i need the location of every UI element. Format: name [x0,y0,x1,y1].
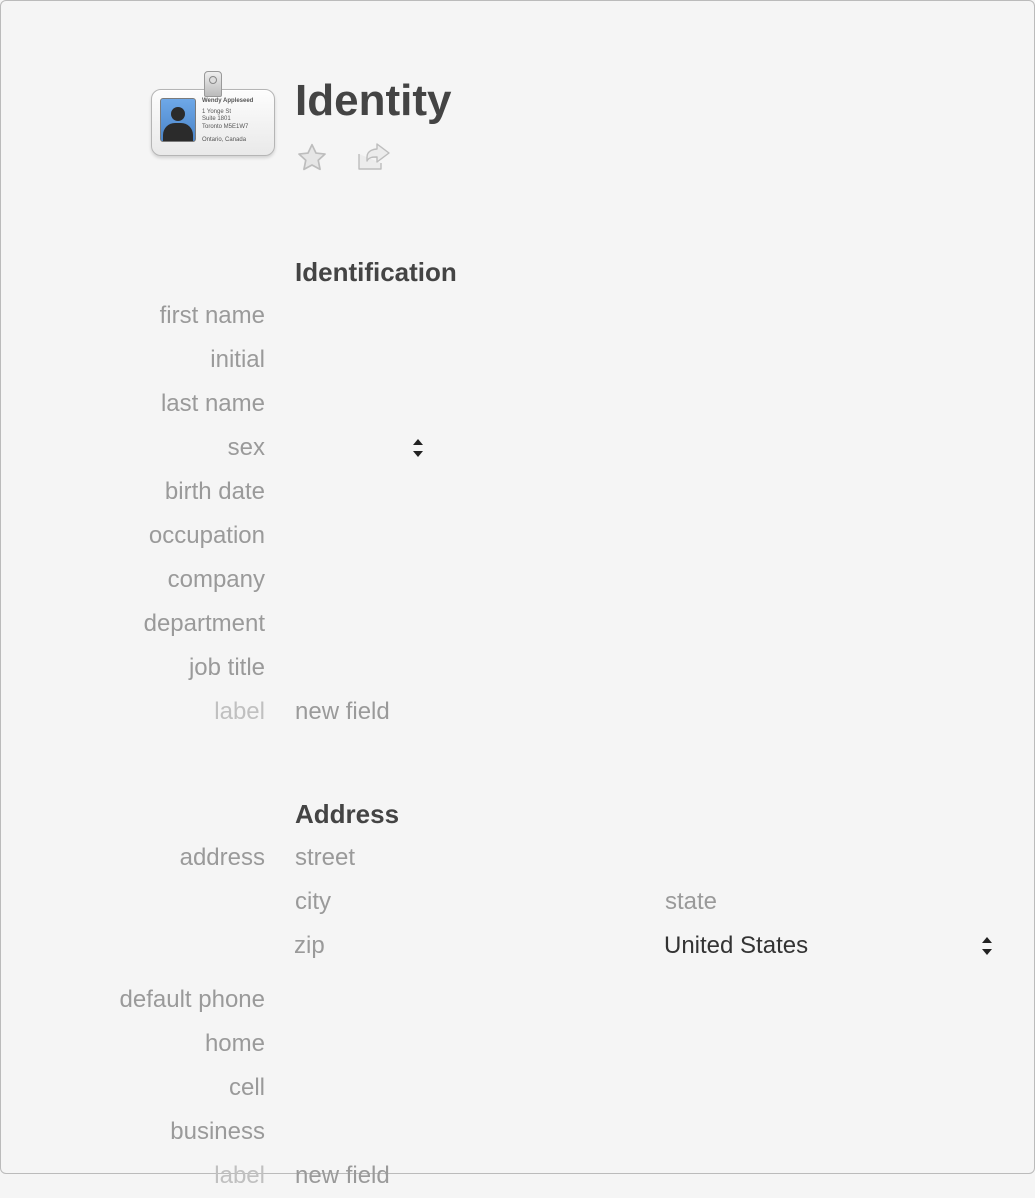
input-company[interactable] [295,566,994,594]
section-address: Address address United States [51,792,1034,1198]
input-first-name[interactable] [295,302,994,330]
input-job-title[interactable] [295,654,994,682]
input-new-phone[interactable] [295,1162,994,1190]
section-identification: Identification first name initial last n… [51,250,1034,734]
stepper-icon [980,937,994,955]
input-department[interactable] [295,610,994,638]
label-department: department [51,610,295,638]
label-initial: initial [51,346,295,374]
stepper-icon [411,439,425,457]
input-zip[interactable] [294,932,664,960]
label-home-phone: home [51,1030,295,1058]
input-business-phone[interactable] [295,1118,994,1146]
input-occupation[interactable] [295,522,994,550]
card-line3: Toronto M5E1W7 [202,124,266,132]
input-initial[interactable] [295,346,994,374]
favorite-star-icon[interactable] [295,141,329,180]
select-country[interactable]: United States [664,932,994,960]
input-city[interactable] [295,888,665,916]
card-line1: 1 Yonge St [202,109,266,117]
card-line2: Suite 1801 [202,116,266,124]
input-street[interactable] [295,844,994,872]
select-country-value: United States [664,932,808,960]
identity-card-icon: Wendy Appleseed 1 Yonge St Suite 1801 To… [151,71,275,156]
input-birth-date[interactable] [295,478,994,506]
label-last-name: last name [51,390,295,418]
input-home-phone[interactable] [295,1030,994,1058]
share-icon[interactable] [355,143,391,178]
select-sex[interactable] [295,439,425,457]
input-new-ident[interactable] [295,698,994,726]
label-new-ident[interactable]: label [51,698,295,726]
label-default-phone: default phone [51,986,295,1014]
header: Wendy Appleseed 1 Yonge St Suite 1801 To… [51,71,1034,180]
label-cell-phone: cell [51,1074,295,1102]
label-occupation: occupation [51,522,295,550]
label-company: company [51,566,295,594]
page-title[interactable]: Identity [295,79,1034,123]
card-line4: Ontario, Canada [202,137,266,145]
label-business-phone: business [51,1118,295,1146]
label-sex: sex [51,434,295,462]
label-new-phone[interactable]: label [51,1162,295,1190]
card-name: Wendy Appleseed [202,98,266,106]
label-first-name: first name [51,302,295,330]
label-birth-date: birth date [51,478,295,506]
input-default-phone[interactable] [295,986,994,1014]
input-cell-phone[interactable] [295,1074,994,1102]
input-state[interactable] [665,888,994,916]
label-address: address [51,844,295,872]
section-title-identification: Identification [295,257,457,288]
label-job-title: job title [51,654,295,682]
section-title-address: Address [295,799,399,830]
input-last-name[interactable] [295,390,994,418]
